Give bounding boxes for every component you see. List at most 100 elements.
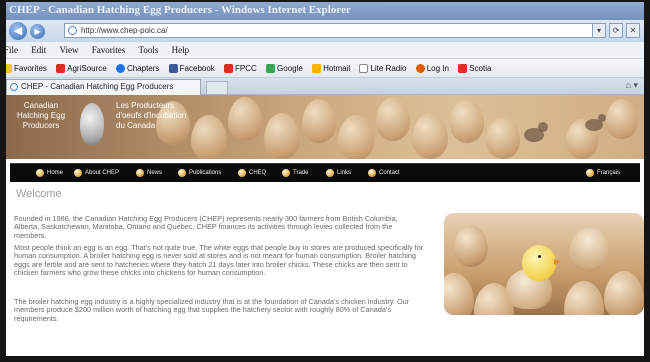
egg-image: [454, 225, 488, 267]
login-icon: [415, 64, 425, 73]
fav-scotia[interactable]: Scotia: [458, 59, 492, 77]
egg-image: [191, 115, 227, 159]
tab-label: CHEP - Canadian Hatching Egg Producers: [21, 82, 174, 91]
nav-label: Publications: [189, 170, 222, 176]
favorites-button[interactable]: Favorites: [6, 59, 47, 77]
nav-label: Links: [337, 170, 352, 176]
bullet-icon: [238, 169, 246, 177]
address-bar: ◀ ▶ http://www.chep-poic.ca/ ▾ ⟳ ✕: [6, 20, 644, 42]
banner-line: Producers: [22, 121, 60, 130]
egg-image: [264, 113, 300, 159]
radio-icon: [359, 64, 369, 73]
egg-image: [302, 99, 336, 143]
fav-chapters[interactable]: Chapters: [115, 59, 159, 77]
nav-contact[interactable]: Contact: [368, 164, 400, 183]
nav-home[interactable]: Home: [36, 164, 63, 183]
fav-hotmail[interactable]: Hotmail: [312, 59, 351, 77]
nav-label: Home: [47, 170, 64, 176]
fav-fpcc[interactable]: FPCC: [224, 59, 257, 77]
nav-news[interactable]: News: [136, 164, 162, 183]
url-field[interactable]: http://www.chep-poic.ca/: [64, 23, 604, 38]
home-icon[interactable]: ⌂ ▾: [626, 80, 638, 91]
nav-label: News: [147, 170, 163, 176]
nav-label: About CHEP: [85, 170, 120, 176]
paragraph-industry: The broiler hatching egg industry is a h…: [14, 297, 410, 323]
egg-image: [412, 113, 448, 159]
chicks-image: [524, 114, 606, 142]
fpcc-icon: [224, 64, 234, 73]
banner-line: Hatching Egg: [16, 111, 66, 120]
egg-image: [338, 115, 374, 159]
nav-label: CHEQ: [249, 170, 267, 176]
bullet-icon: [36, 169, 44, 177]
chick-beak: [554, 259, 561, 265]
fav-log-in[interactable]: Log In: [415, 59, 449, 77]
tab-chep[interactable]: CHEP - Canadian Hatching Egg Producers: [6, 79, 201, 95]
paragraph-intro: Founded in 1986, the Canadian Hatching E…: [14, 214, 398, 240]
eggshell-image: [564, 222, 614, 276]
fav-label: FPCC: [235, 64, 257, 73]
nav-label: Contact: [379, 170, 400, 176]
fav-label: Scotia: [469, 64, 492, 73]
nav-label: Français: [597, 170, 621, 176]
fav-lite-radio[interactable]: Lite Radio: [359, 59, 406, 77]
fav-label: Log In: [426, 64, 449, 73]
scotia-icon: [458, 64, 468, 73]
egg-image: [450, 99, 484, 143]
fav-label: Facebook: [179, 64, 215, 73]
back-button[interactable]: ◀: [9, 22, 27, 40]
bullet-icon: [282, 169, 290, 177]
bullet-icon: [178, 169, 186, 177]
fav-facebook[interactable]: Facebook: [168, 59, 215, 77]
star-icon: [6, 64, 12, 73]
bullet-icon: [368, 169, 376, 177]
refresh-button[interactable]: ⟳: [609, 23, 623, 38]
menu-view[interactable]: View: [60, 42, 79, 59]
fav-google[interactable]: Google: [266, 59, 303, 77]
banner-line: Canadian: [23, 101, 59, 110]
fav-label: AgriSource: [67, 64, 107, 73]
favorites-bar: Favorites AgriSource Chapters Facebook F…: [6, 59, 644, 78]
google-icon: [266, 64, 276, 73]
egg-image: [604, 271, 644, 315]
site-banner: Canadian Hatching Egg Producers Les Prod…: [6, 95, 644, 159]
url-text: http://www.chep-poic.ca/: [81, 26, 168, 35]
banner-name-english: Canadian Hatching Egg Producers: [12, 101, 70, 131]
new-tab-button[interactable]: [206, 81, 228, 95]
menu-file[interactable]: File: [6, 42, 18, 59]
egg-image: [444, 273, 474, 315]
menu-tools[interactable]: Tools: [138, 42, 158, 59]
banner-line: du Canada: [116, 121, 156, 130]
forward-button[interactable]: ▶: [30, 24, 45, 39]
logo-icon: [80, 103, 104, 145]
nav-cheq[interactable]: CHEQ: [238, 164, 266, 183]
bullet-icon: [586, 169, 594, 177]
browser-window: CHEP - Canadian Hatching Egg Producers -…: [0, 0, 650, 362]
agrisource-icon: [56, 64, 66, 73]
paragraph-eggs: Most people think an egg is an egg. That…: [14, 243, 424, 278]
bullet-icon: [74, 169, 82, 177]
tab-bar: CHEP - Canadian Hatching Egg Producers ⌂…: [6, 78, 644, 95]
chick-photo: [444, 213, 644, 315]
menu-favorites[interactable]: Favorites: [92, 42, 126, 59]
chick-eye: [538, 255, 541, 258]
fav-agrisource[interactable]: AgriSource: [56, 59, 107, 77]
chick-image: [522, 245, 556, 281]
nav-francais[interactable]: Français: [586, 164, 620, 183]
facebook-icon: [168, 64, 178, 73]
nav-about[interactable]: About CHEP: [74, 164, 119, 183]
stop-button[interactable]: ✕: [626, 23, 640, 38]
dropdown-button[interactable]: ▾: [592, 23, 606, 38]
fav-label: Google: [277, 64, 303, 73]
page-title: Welcome: [16, 188, 62, 200]
menu-help[interactable]: Help: [172, 42, 190, 59]
page-content: Welcome Founded in 1986, the Canadian Ha…: [6, 182, 644, 356]
nav-label: Trade: [293, 170, 309, 176]
nav-trade[interactable]: Trade: [282, 164, 308, 183]
menu-edit[interactable]: Edit: [31, 42, 46, 59]
nav-publications[interactable]: Publications: [178, 164, 221, 183]
banner-line: d'oeufs d'incubation: [116, 111, 187, 120]
fav-label: Hotmail: [323, 64, 351, 73]
window-title: CHEP - Canadian Hatching Egg Producers -…: [6, 2, 644, 20]
nav-links[interactable]: Links: [326, 164, 351, 183]
